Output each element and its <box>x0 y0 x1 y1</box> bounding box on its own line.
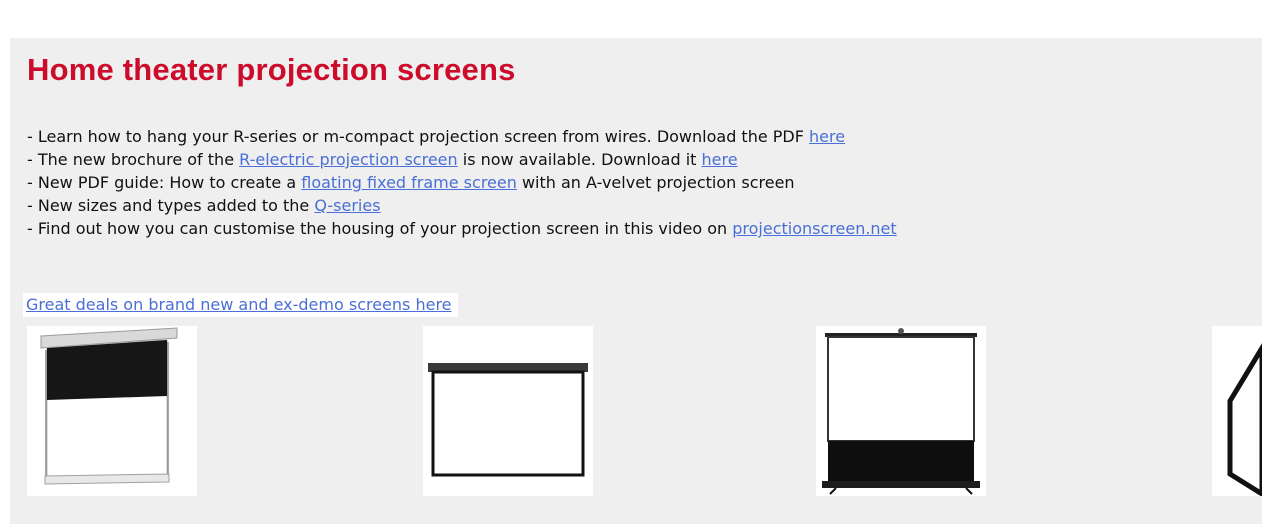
deals-banner: Great deals on brand new and ex-demo scr… <box>23 293 458 317</box>
news-list: - Learn how to hang your R-series or m-c… <box>27 125 897 240</box>
news-text: - New PDF guide: How to create a <box>27 173 302 192</box>
news-text: - Learn how to hang your R-series or m-c… <box>27 127 810 146</box>
brochure-download-link[interactable]: here <box>702 150 738 169</box>
product-thumbnail[interactable] <box>27 326 197 496</box>
news-text: - The new brochure of the <box>27 150 240 169</box>
news-text: is now available. Download it <box>457 150 702 169</box>
projectionscreen-net-link[interactable]: projectionscreen.net <box>732 219 896 238</box>
content-panel: Home theater projection screens - Learn … <box>10 38 1262 524</box>
r-electric-link[interactable]: R-electric projection screen <box>239 150 458 169</box>
news-item: - Learn how to hang your R-series or m-c… <box>27 125 897 148</box>
q-series-link[interactable]: Q-series <box>314 196 380 215</box>
news-text: - Find out how you can customise the hou… <box>27 219 733 238</box>
frame-screen-icon <box>1227 343 1262 496</box>
news-text: - New sizes and types added to the <box>27 196 315 215</box>
download-pdf-link[interactable]: here <box>809 127 845 146</box>
news-item: - Find out how you can customise the hou… <box>27 217 897 240</box>
news-item: - The new brochure of the R-electric pro… <box>27 148 897 171</box>
floating-frame-link[interactable]: floating fixed frame screen <box>301 173 517 192</box>
news-text: with an A-velvet projection screen <box>516 173 795 192</box>
page-title: Home theater projection screens <box>27 52 516 87</box>
tensioned-electric-screen-icon <box>40 327 178 485</box>
news-item: - New PDF guide: How to create a floatin… <box>27 171 897 194</box>
product-thumbnail[interactable] <box>816 326 986 496</box>
great-deals-link[interactable]: Great deals on brand new and ex-demo scr… <box>26 295 452 314</box>
news-item: - New sizes and types added to the Q-ser… <box>27 194 897 217</box>
portable-floor-screen-icon <box>822 328 980 495</box>
product-thumbnail[interactable] <box>1212 326 1262 496</box>
product-thumbnail[interactable] <box>423 326 593 496</box>
wall-mounted-screen-icon <box>428 363 588 477</box>
